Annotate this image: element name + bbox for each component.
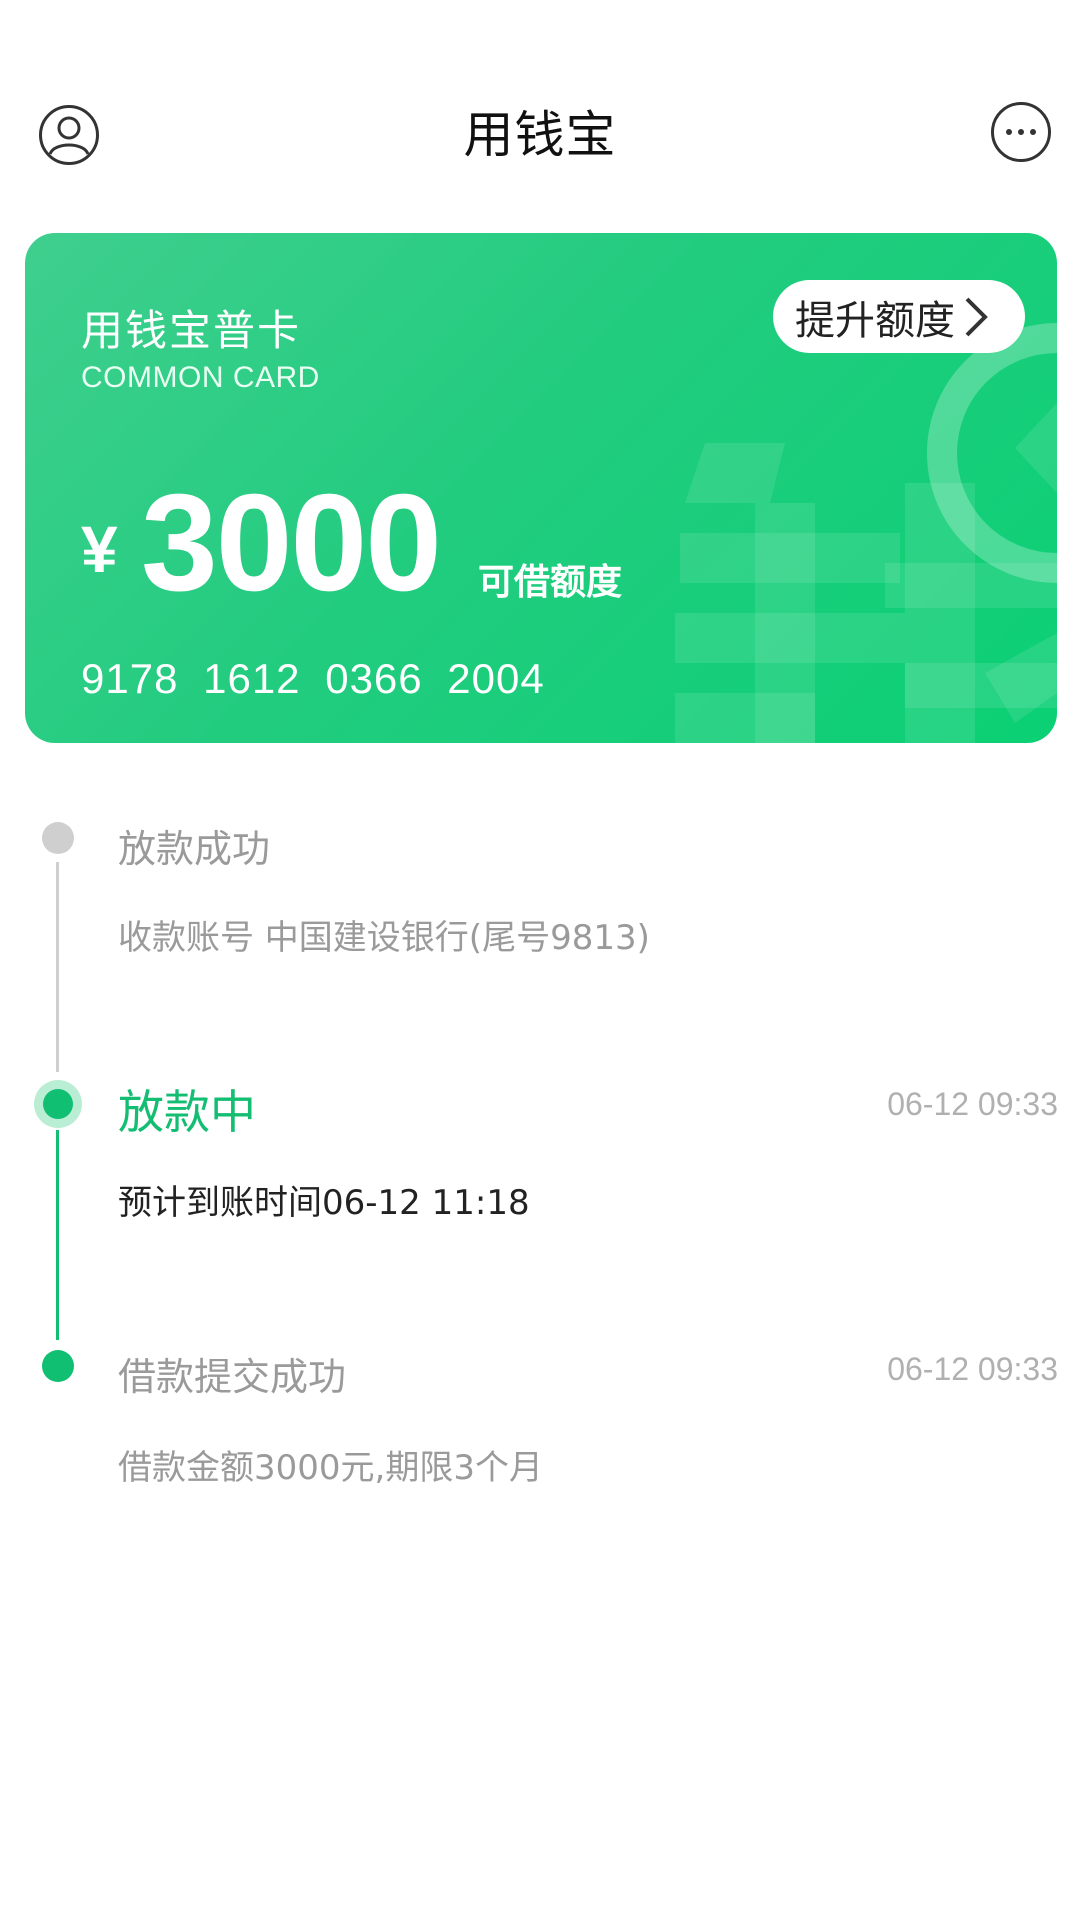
timeline-connector [56, 862, 59, 1072]
timeline-dot [42, 822, 74, 854]
step-title: 放款中 [118, 1085, 256, 1139]
step-description: 预计到账时间06-12 11:18 [118, 1183, 530, 1223]
card-type: COMMON CARD [81, 361, 320, 394]
available-amount: 3000 [141, 466, 442, 620]
step-description: 借款金额3000元,期限3个月 [118, 1448, 543, 1488]
credit-card[interactable]: 用钱宝普卡 COMMON CARD 提升额度 ¥ 3000 可借额度 9178 … [25, 233, 1057, 743]
raise-limit-label: 提升额度 [795, 297, 955, 344]
step-time: 06-12 09:33 [887, 1351, 1058, 1387]
step-title: 放款成功 [118, 827, 271, 871]
loan-timeline: 放款成功 收款账号 中国建设银行(尾号9813) 放款中 06-12 09:33… [0, 780, 1080, 1540]
loan-status-page: 用钱宝 用钱宝普卡 COMMON CARD 提升额度 ¥ 3000 可借额度 9… [0, 0, 1080, 1920]
page-title: 用钱宝 [463, 106, 617, 164]
step-title: 借款提交成功 [118, 1355, 347, 1399]
card-name: 用钱宝普卡 [81, 306, 302, 355]
raise-limit-button[interactable]: 提升额度 [773, 280, 1025, 353]
currency-symbol: ¥ [81, 512, 118, 586]
timeline-dot [43, 1089, 73, 1119]
timeline-connector [56, 1130, 59, 1340]
available-amount-label: 可借额度 [478, 562, 623, 603]
app-header: 用钱宝 [0, 0, 1080, 230]
step-description: 收款账号 中国建设银行(尾号9813) [118, 918, 650, 958]
card-number: 9178 1612 0366 2004 [81, 655, 545, 702]
step-time: 06-12 09:33 [887, 1086, 1058, 1122]
more-dots-icon[interactable] [990, 101, 1052, 163]
chevron-right-icon [965, 297, 988, 336]
timeline-dot [42, 1350, 74, 1382]
